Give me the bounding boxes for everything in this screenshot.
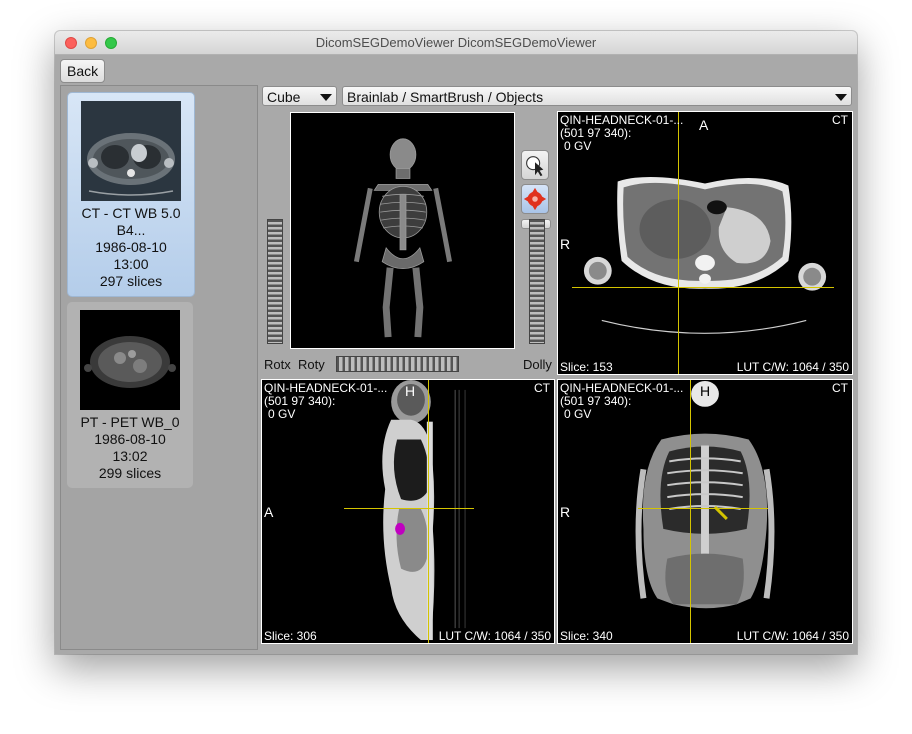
pointer-icon	[526, 156, 544, 177]
modality-label: CT	[832, 381, 848, 395]
rotx-wheel[interactable]	[267, 219, 283, 344]
chevron-down-icon	[320, 94, 332, 101]
rotx-label: Rotx	[264, 357, 291, 372]
series-description: CT - CT WB 5.0	[81, 205, 181, 221]
series-slice-count: 297 slices	[99, 273, 163, 289]
back-button[interactable]: Back	[60, 59, 106, 83]
series-time: 13:02	[112, 448, 148, 464]
view-mode-select[interactable]: Cube	[262, 86, 337, 106]
axial-view[interactable]: QIN-HEADNECK-01-... (501 97 340): 0 GV C…	[557, 111, 853, 375]
crosshair-horizontal	[572, 287, 834, 288]
dolly-wheel[interactable]	[529, 219, 545, 344]
orientation-left: R	[560, 504, 571, 520]
slice-number: Slice: 153	[560, 360, 613, 374]
window-title: DicomSEGDemoViewer DicomSEGDemoViewer	[315, 35, 597, 50]
orientation-top: A	[699, 117, 709, 133]
view-mode-value: Cube	[267, 89, 301, 105]
series-thumbnail-ct	[81, 101, 181, 201]
chevron-down-icon	[835, 94, 847, 101]
series-card-ct[interactable]: CT - CT WB 5.0 B4... 1986-08-10 13:00 29…	[67, 92, 195, 297]
series-date: 1986-08-10	[94, 431, 166, 447]
gray-value: 0 GV	[268, 407, 296, 421]
lut-window: LUT C/W: 1064 / 350	[438, 629, 551, 643]
segmentation-value: Brainlab / SmartBrush / Objects	[347, 89, 544, 105]
series-description: PT - PET WB_0	[80, 414, 180, 430]
orientation-top: H	[405, 383, 416, 399]
lut-window: LUT C/W: 1064 / 350	[736, 629, 849, 643]
series-thumbnail-pet	[80, 310, 180, 410]
series-browser: CT - CT WB 5.0 B4... 1986-08-10 13:00 29…	[60, 85, 258, 650]
orientation-top: H	[700, 383, 711, 399]
segmentation-select[interactable]: Brainlab / SmartBrush / Objects	[342, 86, 852, 106]
gray-value: 0 GV	[564, 139, 592, 153]
crosshair-horizontal	[638, 508, 768, 509]
coronal-view[interactable]: QIN-HEADNECK-01-... (501 97 340): 0 GV C…	[557, 379, 853, 644]
modality-label: CT	[534, 381, 550, 395]
crosshair-horizontal	[344, 508, 474, 509]
orientation-left: A	[264, 504, 274, 520]
roty-wheel[interactable]	[336, 356, 459, 372]
series-description-cont: B4...	[116, 222, 146, 238]
roty-label: Roty	[298, 357, 325, 372]
lut-window: LUT C/W: 1064 / 350	[736, 360, 849, 374]
dolly-label: Dolly	[523, 357, 552, 372]
crosshair-vertical	[690, 380, 691, 643]
slice-number: Slice: 340	[560, 629, 613, 643]
title-bar: DicomSEGDemoViewer DicomSEGDemoViewer	[55, 31, 857, 55]
pointer-tool-button[interactable]	[521, 150, 549, 180]
crosshair-vertical	[428, 380, 429, 643]
modality-label: CT	[832, 113, 848, 127]
crosshair-vertical	[678, 112, 679, 374]
app-window: DicomSEGDemoViewer DicomSEGDemoViewer Ba…	[55, 31, 857, 654]
series-card-pet[interactable]: PT - PET WB_0 1986-08-10 13:02 299 slice…	[67, 302, 193, 488]
render-3d-view[interactable]	[290, 112, 515, 349]
series-date: 1986-08-10	[95, 239, 167, 255]
gray-value: 0 GV	[564, 407, 592, 421]
sagittal-view[interactable]: QIN-HEADNECK-01-... (501 97 340): 0 GV C…	[261, 379, 555, 644]
series-time: 13:00	[113, 256, 149, 272]
move-tool-button[interactable]	[521, 184, 549, 214]
viewer-area: » Rotx Roty Dolly	[261, 111, 853, 646]
slice-number: Slice: 306	[264, 629, 317, 643]
move-arrows-icon	[523, 187, 547, 211]
viewer-toolbar: Cube Brainlab / SmartBrush / Objects	[262, 86, 852, 108]
orientation-left: R	[560, 236, 571, 252]
series-slice-count: 299 slices	[98, 465, 162, 481]
